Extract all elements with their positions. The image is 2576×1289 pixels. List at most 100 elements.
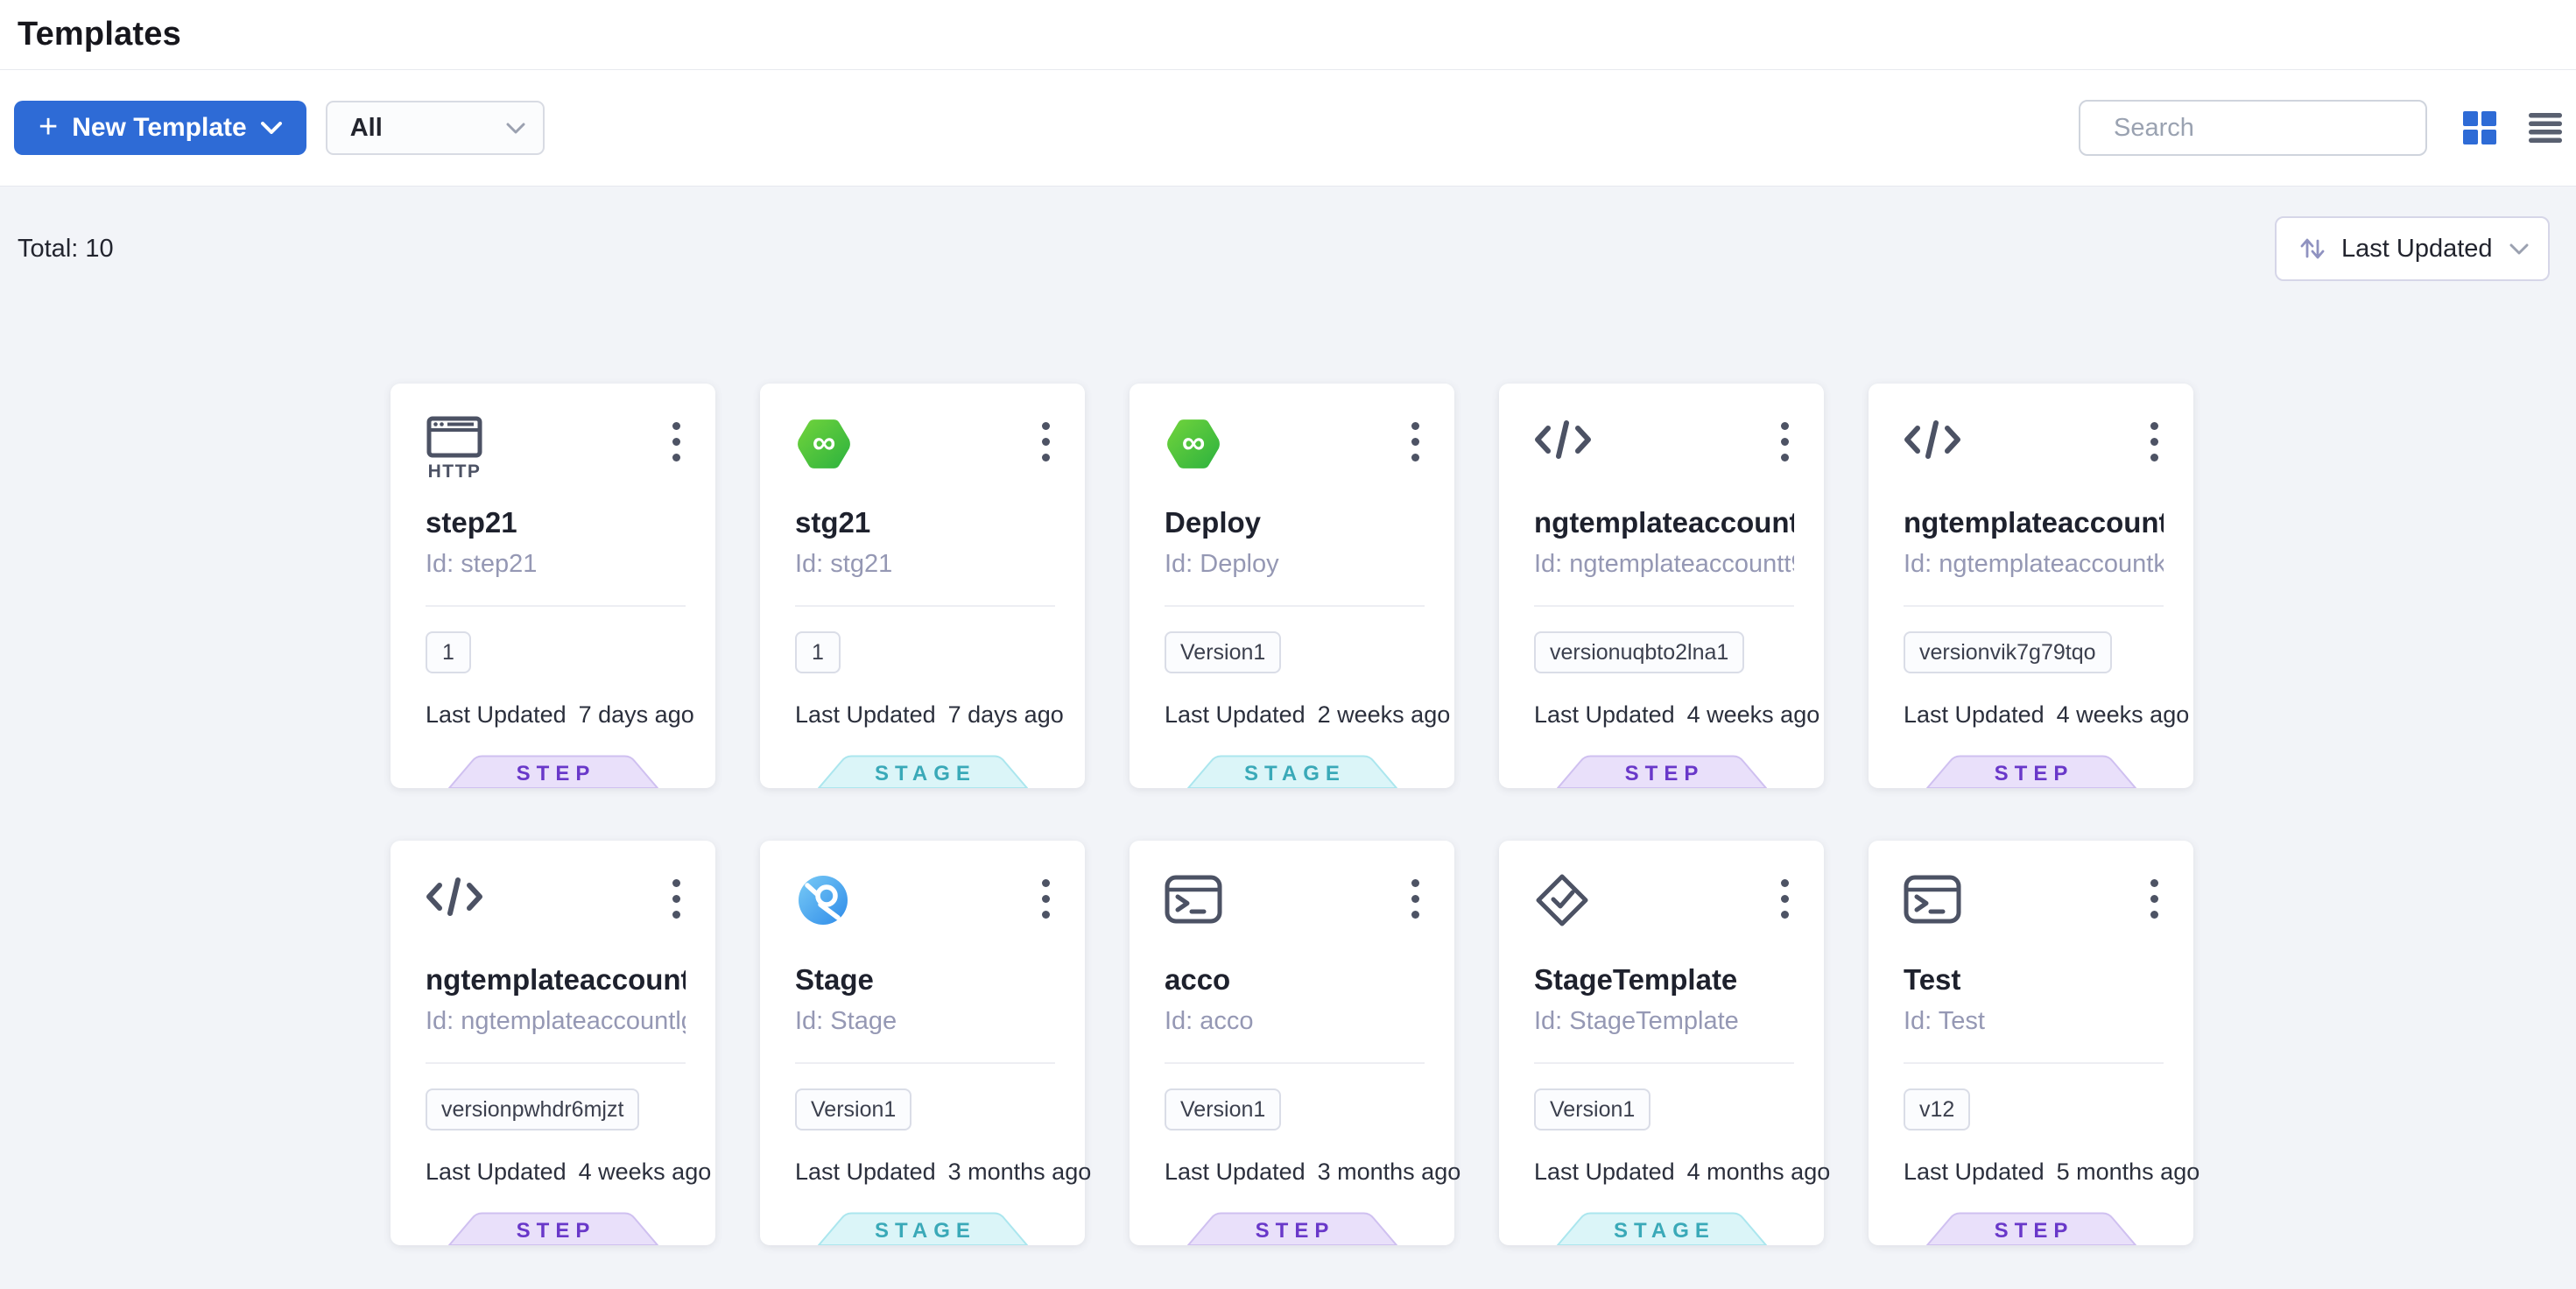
template-type-badge: STEP (1926, 755, 2136, 788)
last-updated: Last Updated 7 days ago (795, 701, 1055, 729)
view-toggle (2460, 109, 2564, 147)
template-name: stg21 (795, 506, 1055, 539)
version-chip: Version1 (1165, 631, 1281, 673)
template-card[interactable]: Stage Id: Stage Version1 Last Updated 3 … (760, 841, 1085, 1245)
scope-filter-value: All (350, 114, 383, 143)
card-menu-button[interactable] (1404, 417, 1426, 467)
chevron-down-icon (506, 123, 525, 134)
approval-stage-icon (1534, 872, 1590, 928)
template-card[interactable]: StageTemplate Id: StageTemplate Version1… (1499, 841, 1824, 1245)
template-card[interactable]: ∞ stg21 Id: stg21 1 Last Updated 7 days … (760, 384, 1085, 788)
template-card[interactable]: HTTP step21 Id: step21 1 Last Updated 7 … (391, 384, 715, 788)
svg-text:∞: ∞ (813, 423, 835, 460)
chevron-down-icon (2509, 243, 2529, 255)
version-chip: 1 (795, 631, 841, 673)
template-type-badge: STAGE (1557, 1212, 1767, 1245)
svg-text:∞: ∞ (1182, 423, 1205, 460)
card-menu-button[interactable] (1774, 874, 1796, 924)
template-card[interactable]: ngtemplateaccountl... Id: ngtemplateacco… (391, 841, 715, 1245)
last-updated: Last Updated 4 weeks ago (1534, 701, 1794, 729)
template-card[interactable]: acco Id: acco Version1 Last Updated 3 mo… (1130, 841, 1454, 1245)
card-menu-button[interactable] (1404, 874, 1426, 924)
cd-module-icon: ∞ (795, 415, 853, 473)
template-card[interactable]: ngtemplateaccountt... Id: ngtemplateacco… (1499, 384, 1824, 788)
templates-page: Templates + New Template All (0, 0, 2576, 1289)
chevron-down-icon (261, 122, 282, 134)
template-card[interactable]: ngtemplateaccountk... Id: ngtemplateacco… (1869, 384, 2193, 788)
card-divider (795, 1062, 1055, 1064)
card-divider (795, 605, 1055, 607)
template-card[interactable]: Test Id: Test v12 Last Updated 5 months … (1869, 841, 2193, 1245)
template-id: Id: ngtemplateaccountk... (1904, 550, 2164, 579)
card-divider (1904, 605, 2164, 607)
template-id: Id: ngtemplateaccountlg... (426, 1007, 686, 1036)
template-id: Id: step21 (426, 550, 686, 579)
code-icon (1904, 415, 1961, 466)
last-updated: Last Updated 3 months ago (795, 1159, 1055, 1186)
template-type-badge: STEP (1926, 1212, 2136, 1245)
template-type-badge: STAGE (1187, 755, 1397, 788)
template-id: Id: ngtemplateaccountt9... (1534, 550, 1794, 579)
template-type-badge: STAGE (818, 755, 1028, 788)
http-step-icon: HTTP (426, 415, 483, 480)
version-chip: Version1 (1534, 1088, 1650, 1131)
template-name: ngtemplateaccountl... (426, 963, 686, 997)
cd-module-icon: ∞ (1165, 415, 1222, 473)
card-menu-button[interactable] (665, 874, 687, 924)
card-divider (1534, 605, 1794, 607)
content-area: Total: 10 Last Updated HTTP (0, 186, 2576, 1289)
template-id: Id: Test (1904, 1007, 2164, 1036)
last-updated: Last Updated 4 months ago (1534, 1159, 1794, 1186)
page-header: Templates (0, 0, 2576, 70)
card-menu-button[interactable] (2143, 874, 2165, 924)
meta-row: Total: 10 Last Updated (0, 187, 2576, 281)
card-divider (1165, 1062, 1425, 1064)
search-box[interactable] (2079, 100, 2427, 156)
template-name: StageTemplate (1534, 963, 1794, 997)
version-chip: v12 (1904, 1088, 1970, 1131)
template-name: step21 (426, 506, 686, 539)
version-chip: versionvik7g79tqo (1904, 631, 2112, 673)
last-updated: Last Updated 4 weeks ago (426, 1159, 686, 1186)
card-menu-button[interactable] (665, 417, 687, 467)
sort-dropdown[interactable]: Last Updated (2275, 216, 2550, 281)
custom-stage-icon (795, 872, 851, 928)
template-type-badge: STAGE (818, 1212, 1028, 1245)
search-input[interactable] (2112, 113, 2446, 144)
last-updated: Last Updated 4 weeks ago (1904, 701, 2164, 729)
grid-view-icon (2460, 109, 2499, 147)
grid-view-button[interactable] (2460, 109, 2499, 147)
version-chip: versionuqbto2lna1 (1534, 631, 1744, 673)
template-card[interactable]: ∞ Deploy Id: Deploy Version1 Last Update… (1130, 384, 1454, 788)
terminal-icon (1904, 872, 1961, 926)
list-view-button[interactable] (2527, 111, 2564, 144)
page-title: Templates (18, 16, 181, 53)
last-updated: Last Updated 3 months ago (1165, 1159, 1425, 1186)
template-name: Test (1904, 963, 2164, 997)
scope-filter-dropdown[interactable]: All (326, 101, 545, 155)
toolbar-right (2079, 100, 2564, 156)
template-type-badge: STEP (448, 1212, 658, 1245)
card-divider (1534, 1062, 1794, 1064)
card-menu-button[interactable] (1035, 874, 1057, 924)
template-type-badge: STEP (448, 755, 658, 788)
code-icon (1534, 415, 1592, 466)
card-divider (1165, 605, 1425, 607)
template-id: Id: stg21 (795, 550, 1055, 579)
card-divider (1904, 1062, 2164, 1064)
template-type-badge: STEP (1187, 1212, 1397, 1245)
card-menu-button[interactable] (1035, 417, 1057, 467)
card-menu-button[interactable] (2143, 417, 2165, 467)
sort-arrows-icon (2298, 234, 2327, 264)
last-updated: Last Updated 5 months ago (1904, 1159, 2164, 1186)
new-template-button[interactable]: + New Template (14, 101, 306, 155)
plus-icon: + (39, 110, 58, 144)
list-view-icon (2527, 111, 2564, 144)
template-name: ngtemplateaccountk... (1904, 506, 2164, 539)
template-name: ngtemplateaccountt... (1534, 506, 1794, 539)
template-id: Id: StageTemplate (1534, 1007, 1794, 1036)
code-icon (426, 872, 483, 923)
card-menu-button[interactable] (1774, 417, 1796, 467)
total-count: Total: 10 (18, 235, 114, 264)
templates-grid: HTTP step21 Id: step21 1 Last Updated 7 … (391, 384, 2576, 1245)
